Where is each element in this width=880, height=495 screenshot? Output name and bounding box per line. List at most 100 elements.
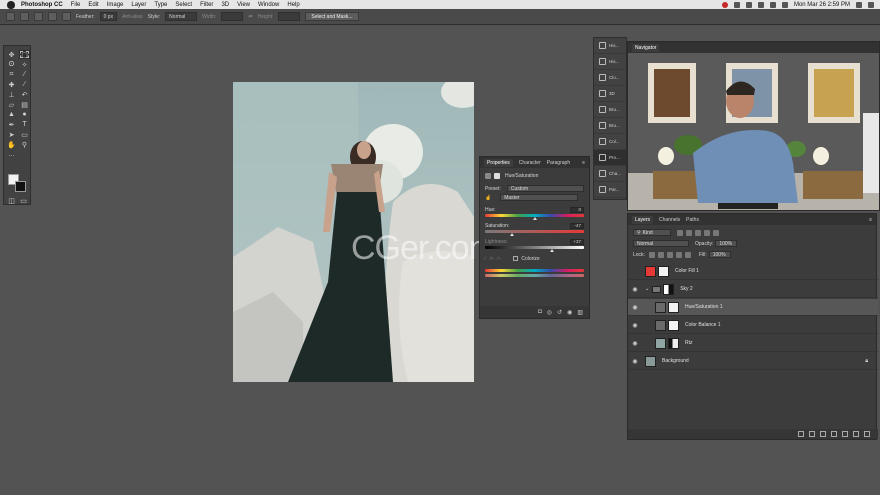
filter-shape-icon[interactable] [704, 229, 710, 236]
lightness-slider-thumb[interactable] [550, 249, 555, 252]
colorize-checkbox[interactable] [513, 256, 519, 261]
dock-history[interactable]: His... [594, 38, 626, 54]
clip-to-layer-icon[interactable]: ◘ [538, 309, 542, 315]
new-group-icon[interactable] [842, 431, 848, 437]
panel-menu-icon[interactable]: ≡ [582, 160, 585, 166]
hue-slider[interactable] [485, 214, 584, 220]
layer-style-icon[interactable] [809, 431, 815, 437]
lock-position-icon[interactable] [666, 251, 673, 258]
link-layers-icon[interactable] [798, 431, 804, 437]
screen-mode-icon[interactable]: ▭ [18, 196, 29, 205]
eye-icon[interactable]: ◉ [631, 358, 639, 365]
type-tool-icon[interactable]: T [19, 120, 30, 129]
saturation-value-input[interactable]: -47 [570, 222, 584, 229]
quick-mask-icon[interactable]: ◫ [6, 196, 17, 205]
delete-layer-icon[interactable] [864, 431, 870, 437]
height-input[interactable] [278, 12, 301, 21]
tab-layers[interactable]: Layers [632, 215, 654, 224]
tab-channels[interactable]: Channels [659, 217, 680, 223]
channel-select[interactable]: Master [500, 194, 579, 201]
select-and-mask-button[interactable]: Select and Mask... [305, 12, 359, 21]
dodge-tool-icon[interactable]: ● [19, 110, 30, 119]
clone-stamp-icon[interactable]: ⊥ [6, 90, 17, 99]
eraser-icon[interactable]: ▱ [6, 100, 17, 109]
intersect-selection-icon[interactable] [62, 12, 71, 21]
dock-color[interactable]: Col... [594, 134, 626, 150]
visibility-icon[interactable]: ◉ [567, 309, 572, 316]
status-record-icon[interactable] [721, 1, 728, 8]
lightness-slider[interactable] [485, 246, 584, 252]
spotlight-icon[interactable] [856, 1, 862, 8]
tab-character[interactable]: Character [519, 160, 541, 166]
brush-tool-icon[interactable]: ∕ [19, 80, 30, 89]
dock-properties[interactable]: Pro... [594, 150, 626, 166]
default-colors-icon[interactable] [19, 150, 30, 159]
filter-smart-object-icon[interactable] [713, 229, 719, 236]
status-wifi-icon[interactable] [757, 1, 764, 8]
menu-view[interactable]: View [237, 2, 250, 8]
layers-menu-icon[interactable]: ≡ [869, 217, 872, 223]
layer-row-color-balance[interactable]: ◉ Color Balance 1 [628, 317, 878, 334]
new-selection-icon[interactable] [20, 12, 29, 21]
hand-target-icon[interactable]: ☝ [485, 195, 491, 201]
eyedropper-subtract-icon[interactable]: ⁄− [498, 256, 502, 262]
filter-adjustment-icon[interactable] [686, 229, 692, 236]
view-previous-icon[interactable]: ◎ [547, 309, 552, 316]
opacity-input[interactable]: 100% [715, 240, 738, 247]
menubar-clock[interactable]: Mon Mar 26 2:59 PM [794, 2, 850, 8]
move-tool-icon[interactable]: ✥ [6, 50, 17, 59]
hand-tool-icon[interactable]: ✋ [6, 140, 17, 149]
hue-value-input[interactable]: 0 [570, 206, 584, 213]
eye-icon[interactable]: ◉ [631, 322, 639, 329]
pen-tool-icon[interactable]: ✒ [6, 120, 17, 129]
lock-pixels-icon[interactable] [657, 251, 664, 258]
menu-edit[interactable]: Edit [88, 2, 98, 8]
crop-tool-icon[interactable]: ⌗ [6, 70, 17, 79]
eyedropper-add-icon[interactable]: ⁄+ [490, 256, 494, 262]
tab-paragraph[interactable]: Paragraph [547, 160, 570, 166]
eyedropper-sample-icon[interactable]: ⁄ [485, 256, 486, 262]
notification-center-icon[interactable] [868, 1, 874, 8]
fill-input[interactable]: 100% [708, 251, 731, 258]
magic-wand-icon[interactable]: ✧ [19, 60, 30, 69]
healing-brush-icon[interactable]: ✚ [6, 80, 17, 89]
eye-icon[interactable]: ◉ [631, 340, 639, 347]
group-disclosure-icon[interactable]: ⌄ [645, 286, 649, 292]
mask-icon[interactable] [494, 172, 500, 179]
saturation-slider[interactable] [485, 230, 584, 236]
eyedropper-icon[interactable]: ⁄ [19, 70, 30, 79]
dock-histogram[interactable]: His... [594, 54, 626, 70]
antialias-checkbox[interactable]: Anti-alias [122, 14, 143, 20]
dock-character[interactable]: Cha... [594, 166, 626, 182]
tab-navigator[interactable]: Navigator [632, 43, 660, 52]
path-selection-icon[interactable]: ➤ [6, 130, 17, 139]
menu-3d[interactable]: 3D [221, 2, 229, 8]
preset-select[interactable]: Custom [506, 185, 584, 192]
lightness-value-input[interactable]: +37 [570, 238, 584, 245]
history-brush-icon[interactable]: ↶ [19, 90, 30, 99]
rectangular-marquee-icon[interactable]: ▢ [19, 50, 30, 59]
edit-toolbar-icon[interactable]: … [6, 150, 17, 159]
menu-select[interactable]: Select [175, 2, 192, 8]
blend-mode-select[interactable]: Normal [633, 240, 689, 247]
saturation-slider-thumb[interactable] [509, 233, 514, 236]
delete-icon[interactable]: ▥ [577, 309, 583, 316]
eye-icon[interactable]: ◉ [631, 286, 639, 293]
gradient-tool-icon[interactable]: ▤ [19, 100, 30, 109]
layer-row-background[interactable]: ◉ Background 🔒︎ [628, 353, 878, 370]
tab-paths[interactable]: Paths [686, 217, 699, 223]
layer-row-sky-group[interactable]: ◉ ⌄ Sky 2 [628, 281, 878, 298]
status-display-icon[interactable] [745, 1, 752, 8]
marquee-tool-preset-icon[interactable] [6, 12, 15, 21]
tab-properties[interactable]: Properties [484, 158, 513, 167]
lock-artboard-icon[interactable] [675, 251, 682, 258]
menu-filter[interactable]: Filter [200, 2, 213, 8]
layer-row-hue-saturation[interactable]: ◉ Hue/Saturation 1 [628, 299, 878, 316]
dock-3d[interactable]: 3D [594, 86, 626, 102]
menu-window[interactable]: Window [258, 2, 279, 8]
eye-icon[interactable]: ◉ [631, 304, 639, 311]
width-input[interactable] [221, 12, 244, 21]
zoom-tool-icon[interactable]: ⚲ [19, 140, 30, 149]
filter-pixel-icon[interactable] [677, 229, 683, 236]
new-adjustment-layer-icon[interactable] [831, 431, 837, 437]
